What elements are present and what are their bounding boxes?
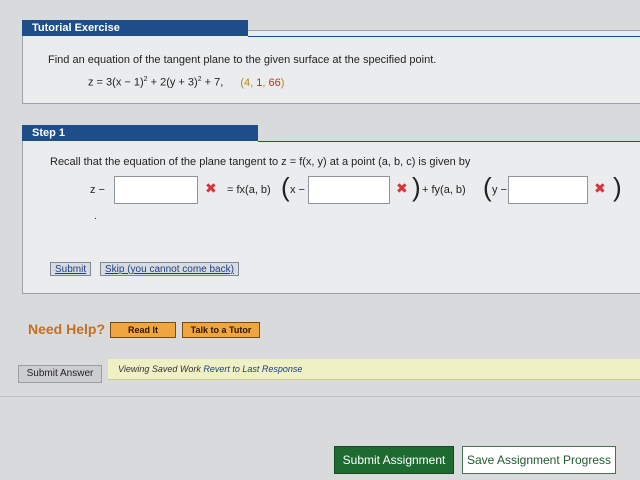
fy-label: + fy(a, b) xyxy=(422,184,466,196)
revert-link[interactable]: Revert to Last Response xyxy=(203,364,302,374)
step-header: Step 1 xyxy=(22,125,258,141)
point-z: 66 xyxy=(268,76,281,89)
fx-label: = fx(a, b) xyxy=(227,184,271,196)
paren-close: ) xyxy=(613,172,622,202)
specified-point: (4, 1, 66) xyxy=(240,77,284,89)
z-minus-label: z − xyxy=(90,184,105,196)
save-progress-button[interactable]: Save Assignment Progress xyxy=(462,446,616,474)
need-help-label: Need Help? xyxy=(28,321,106,337)
submit-assignment-button[interactable]: Submit Assignment xyxy=(334,446,454,474)
paren-open: ( xyxy=(281,172,290,202)
incorrect-icon: ✖ xyxy=(594,180,606,196)
read-it-button[interactable]: Read It xyxy=(110,322,176,338)
eq-part-3: + 7, xyxy=(201,76,224,89)
eq-part-1: z = 3(x − 1) xyxy=(88,76,144,89)
exercise-header: Tutorial Exercise xyxy=(22,20,248,36)
saved-work-notice: Viewing Saved Work Revert to Last Respon… xyxy=(118,364,302,374)
answer-input-a[interactable] xyxy=(308,176,390,204)
exercise-prompt: Find an equation of the tangent plane to… xyxy=(48,54,437,66)
paren-close: ) xyxy=(412,172,421,202)
talk-to-tutor-button[interactable]: Talk to a Tutor xyxy=(182,322,260,338)
skip-step-button[interactable]: Skip (you cannot come back) xyxy=(100,262,239,276)
assignment-page: Tutorial Exercise Find an equation of th… xyxy=(0,0,640,480)
submit-step-button[interactable]: Submit xyxy=(50,262,92,276)
trailing-period: . xyxy=(94,211,97,222)
exercise-panel xyxy=(22,30,640,104)
submit-answer-button[interactable]: Submit Answer xyxy=(18,365,102,383)
exercise-header-rule xyxy=(248,36,640,37)
answer-input-c[interactable] xyxy=(114,176,198,204)
saved-work-text: Viewing Saved Work xyxy=(118,364,204,374)
eq-part-2: + 2(y + 3) xyxy=(147,76,198,89)
incorrect-icon: ✖ xyxy=(396,180,408,196)
step-instruction: Recall that the equation of the plane ta… xyxy=(50,156,471,168)
surface-equation: z = 3(x − 1)2 + 2(y + 3)2 + 7, (4, 1, 66… xyxy=(88,76,284,89)
paren-open: ( xyxy=(483,172,492,202)
x-minus-label: x − xyxy=(290,184,305,196)
step-header-rule xyxy=(258,141,640,142)
point-close: ) xyxy=(280,76,285,89)
y-minus-label: y − xyxy=(492,184,507,196)
answer-input-b[interactable] xyxy=(508,176,588,204)
tangent-plane-formula: z − ✖ = fx(a, b) ( x − ✖ ) + fy(a, b) ( … xyxy=(0,172,640,208)
point-open: (4, xyxy=(240,76,257,89)
section-divider xyxy=(0,396,640,397)
incorrect-icon: ✖ xyxy=(205,180,217,196)
